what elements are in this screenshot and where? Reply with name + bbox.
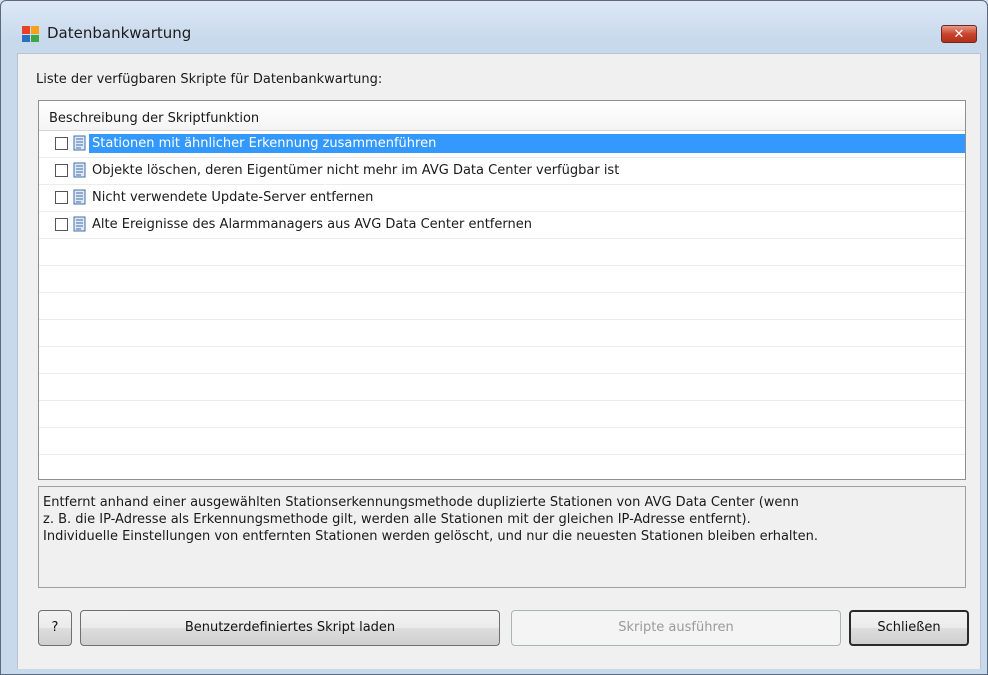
empty-row	[39, 293, 965, 320]
list-item[interactable]: Stationen mit ähnlicher Erkennung zusamm…	[39, 131, 965, 158]
script-scroll-icon	[72, 189, 88, 205]
run-scripts-button[interactable]: Skripte ausführen	[511, 610, 841, 646]
avg-logo-icon	[22, 26, 39, 42]
script-list[interactable]: Beschreibung der Skriptfunktion Statione…	[38, 100, 966, 480]
empty-row	[39, 428, 965, 455]
close-window-button[interactable]: ✕	[941, 25, 977, 43]
list-item[interactable]: Nicht verwendete Update-Server entfernen	[39, 185, 965, 212]
dialog-window: Datenbankwartung ✕ Liste der verfügbaren…	[0, 0, 988, 675]
description-line: z. B. die IP-Adresse als Erkennungsmetho…	[43, 512, 751, 527]
list-item[interactable]: Objekte löschen, deren Eigentümer nicht …	[39, 158, 965, 185]
script-checkbox[interactable]	[55, 218, 68, 231]
list-item-label: Objekte löschen, deren Eigentümer nicht …	[92, 163, 620, 178]
script-scroll-icon	[72, 162, 88, 178]
window-title: Datenbankwartung	[47, 24, 192, 42]
script-scroll-icon	[72, 216, 88, 232]
title-bar[interactable]: Datenbankwartung ✕	[1, 1, 987, 53]
empty-row	[39, 320, 965, 347]
help-button[interactable]: ?	[38, 610, 72, 646]
dialog-body: Liste der verfügbaren Skripte für Datenb…	[17, 53, 981, 669]
empty-row	[39, 239, 965, 266]
load-custom-script-button[interactable]: Benutzerdefiniertes Skript laden	[80, 610, 500, 646]
list-item[interactable]: Alte Ereignisse des Alarmmanagers aus AV…	[39, 212, 965, 239]
description-line: Individuelle Einstellungen von entfernte…	[43, 529, 818, 544]
empty-row	[39, 374, 965, 401]
script-rows: Stationen mit ähnlicher Erkennung zusamm…	[39, 131, 965, 479]
empty-row	[39, 266, 965, 293]
close-button[interactable]: Schließen	[849, 610, 969, 646]
list-item-label: Nicht verwendete Update-Server entfernen	[92, 190, 374, 205]
script-description: Entfernt anhand einer ausgewählten Stati…	[38, 486, 966, 588]
script-checkbox[interactable]	[55, 191, 68, 204]
list-item-label: Stationen mit ähnlicher Erkennung zusamm…	[89, 134, 965, 153]
empty-row	[39, 455, 965, 479]
script-scroll-icon	[72, 135, 88, 151]
list-caption: Liste der verfügbaren Skripte für Datenb…	[36, 72, 383, 87]
empty-row	[39, 347, 965, 374]
close-icon: ✕	[953, 27, 965, 42]
list-item-label: Alte Ereignisse des Alarmmanagers aus AV…	[92, 217, 532, 232]
column-header[interactable]: Beschreibung der Skriptfunktion	[39, 101, 965, 131]
script-checkbox[interactable]	[55, 164, 68, 177]
empty-row	[39, 401, 965, 428]
description-line: Entfernt anhand einer ausgewählten Stati…	[43, 495, 799, 510]
script-checkbox[interactable]	[55, 137, 68, 150]
